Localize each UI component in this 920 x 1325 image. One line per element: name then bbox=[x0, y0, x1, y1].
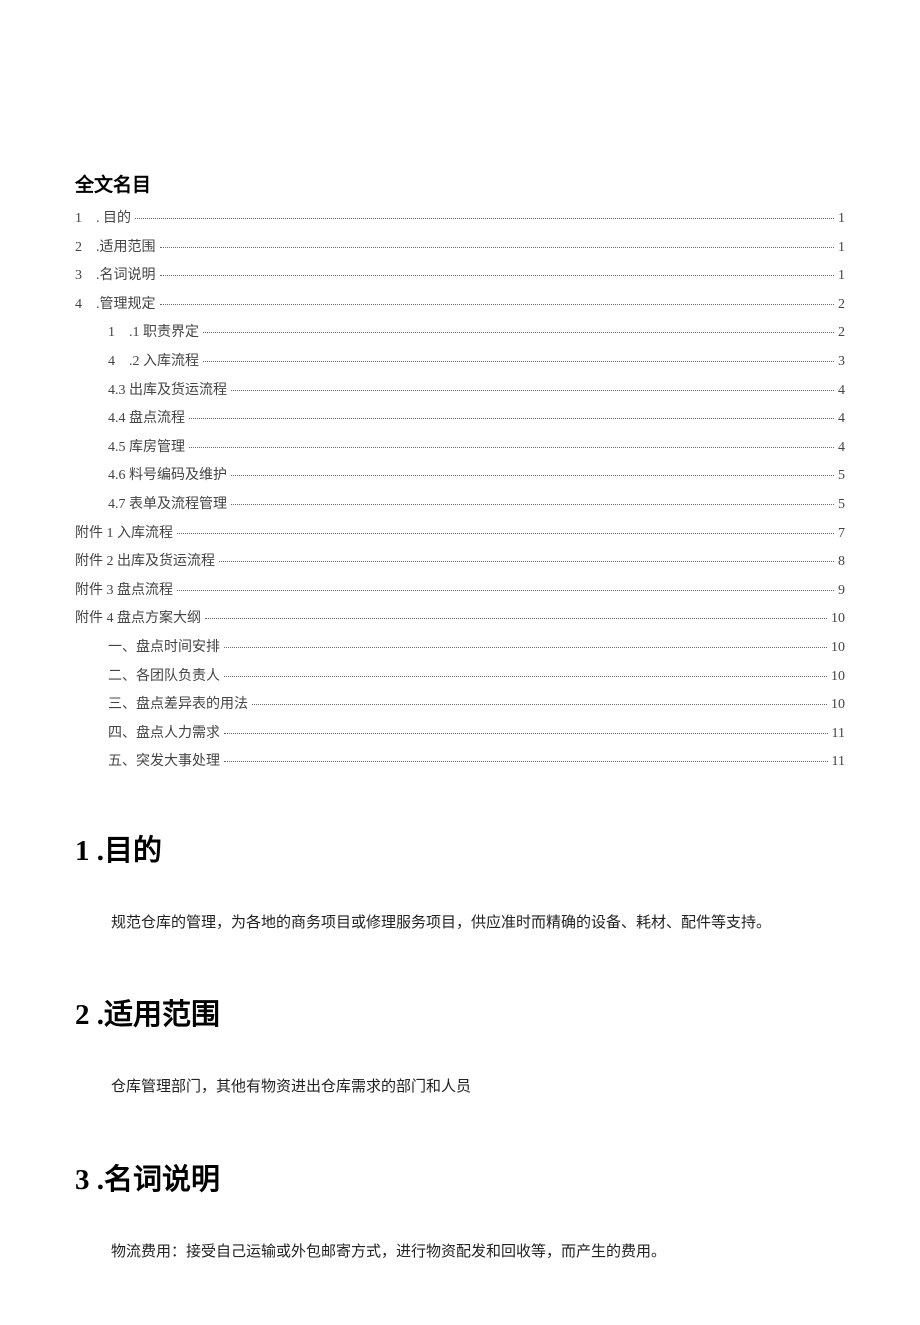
toc-entry-page: 7 bbox=[838, 524, 845, 544]
toc-entry[interactable]: 4.3 出库及货运流程 4 bbox=[75, 381, 845, 401]
toc-entry-label: 附件 1 入库流程 bbox=[75, 524, 173, 544]
sections: 1 .目的规范仓库的管理，为各地的商务项目或修理服务项目，供应准时而精确的设备、… bbox=[75, 827, 845, 1266]
toc-entry-page: 2 bbox=[838, 323, 845, 343]
toc-entry-page: 11 bbox=[832, 752, 845, 772]
toc-entry[interactable]: 4.5 库房管理 4 bbox=[75, 438, 845, 458]
toc-dots bbox=[231, 475, 834, 476]
toc-entry-label: 4.3 出库及货运流程 bbox=[108, 381, 227, 401]
toc-entry[interactable]: 4.4 盘点流程 4 bbox=[75, 409, 845, 429]
toc-entry-label: 附件 2 出库及货运流程 bbox=[75, 552, 215, 572]
toc-entry-page: 1 bbox=[838, 209, 845, 229]
toc-entry-label: 4 .管理规定 bbox=[75, 295, 156, 315]
section-heading-number: 1 bbox=[75, 835, 90, 867]
section-heading-text: 名词说明 bbox=[104, 1164, 220, 1196]
toc-entry-label: 4.7 表单及流程管理 bbox=[108, 495, 227, 515]
toc-entry-page: 10 bbox=[831, 695, 845, 715]
toc-entry[interactable]: 1 . 目的 1 bbox=[75, 209, 845, 229]
toc-entry-page: 3 bbox=[838, 352, 845, 372]
toc-entry-page: 1 bbox=[838, 238, 845, 258]
toc-entry-label: 附件 3 盘点流程 bbox=[75, 581, 173, 601]
toc-entry-label: 3 .名词说明 bbox=[75, 266, 156, 286]
toc-entry[interactable]: 附件 1 入库流程 7 bbox=[75, 524, 845, 544]
section-body: 物流费用：接受自己运输或外包邮寄方式，进行物资配发和回收等，而产生的费用。 bbox=[75, 1240, 845, 1266]
toc-entry[interactable]: 附件 4 盘点方案大纲 10 bbox=[75, 609, 845, 629]
toc-dots bbox=[203, 332, 834, 333]
toc-entry-label: 4.5 库房管理 bbox=[108, 438, 185, 458]
toc-entry[interactable]: 三、盘点差异表的用法 10 bbox=[75, 695, 845, 715]
toc-entry-page: 4 bbox=[838, 381, 845, 401]
toc-entry-label: 四、盘点人力需求 bbox=[108, 724, 220, 744]
toc-entry[interactable]: 五、突发大事处理 11 bbox=[75, 752, 845, 772]
toc-entry[interactable]: 4 .管理规定 2 bbox=[75, 295, 845, 315]
toc-dots bbox=[231, 390, 834, 391]
toc-dots bbox=[231, 504, 834, 505]
toc-entry[interactable]: 3 .名词说明 1 bbox=[75, 266, 845, 286]
section-heading-text: 目的 bbox=[104, 835, 162, 867]
section-heading: 3 .名词说明 bbox=[75, 1156, 845, 1198]
toc-entry-page: 10 bbox=[831, 667, 845, 687]
section-body: 仓库管理部门，其他有物资进出仓库需求的部门和人员 bbox=[75, 1075, 845, 1101]
toc-dots bbox=[219, 561, 834, 562]
toc-entry-label: 2 .适用范围 bbox=[75, 238, 156, 258]
toc-dots bbox=[224, 676, 827, 677]
toc-entry-label: 1 . 目的 bbox=[75, 209, 131, 229]
section-heading-separator: . bbox=[97, 999, 104, 1031]
toc-title: 全文名目 bbox=[75, 170, 845, 197]
toc-entry-label: 五、突发大事处理 bbox=[108, 752, 220, 772]
toc-entry[interactable]: 4.6 料号编码及维护 5 bbox=[75, 466, 845, 486]
toc-dots bbox=[224, 733, 828, 734]
toc-entry-label: 1 .1 职责界定 bbox=[108, 323, 199, 343]
toc-dots bbox=[177, 533, 834, 534]
toc-entry-label: 三、盘点差异表的用法 bbox=[108, 695, 248, 715]
toc-dots bbox=[205, 618, 827, 619]
toc-list: 1 . 目的12 .适用范围13 .名词说明14 .管理规定21 .1 职责界定… bbox=[75, 209, 845, 772]
toc-dots bbox=[160, 304, 835, 305]
section-heading-separator: . bbox=[97, 1164, 104, 1196]
toc-entry-page: 1 bbox=[838, 266, 845, 286]
toc-dots bbox=[160, 275, 835, 276]
toc-entry[interactable]: 一、盘点时间安排 10 bbox=[75, 638, 845, 658]
section-heading-number: 2 bbox=[75, 999, 90, 1031]
toc-entry-page: 8 bbox=[838, 552, 845, 572]
toc-entry-label: 附件 4 盘点方案大纲 bbox=[75, 609, 201, 629]
toc-entry-page: 2 bbox=[838, 295, 845, 315]
toc-entry[interactable]: 4 .2 入库流程 3 bbox=[75, 352, 845, 372]
toc-entry-label: 一、盘点时间安排 bbox=[108, 638, 220, 658]
toc-entry-page: 4 bbox=[838, 438, 845, 458]
toc-entry[interactable]: 二、各团队负责人 10 bbox=[75, 667, 845, 687]
toc-entry[interactable]: 四、盘点人力需求 11 bbox=[75, 724, 845, 744]
toc-entry-page: 10 bbox=[831, 638, 845, 658]
toc-entry[interactable]: 2 .适用范围 1 bbox=[75, 238, 845, 258]
toc-entry-page: 11 bbox=[832, 724, 845, 744]
toc-dots bbox=[224, 761, 828, 762]
toc-entry-page: 10 bbox=[831, 609, 845, 629]
toc-dots bbox=[252, 704, 827, 705]
toc-dots bbox=[160, 247, 835, 248]
toc-dots bbox=[189, 418, 834, 419]
toc-dots bbox=[189, 447, 834, 448]
toc-dots bbox=[203, 361, 834, 362]
toc-entry-label: 4 .2 入库流程 bbox=[108, 352, 199, 372]
section-heading: 2 .适用范围 bbox=[75, 991, 845, 1033]
toc-dots bbox=[224, 647, 827, 648]
toc-entry-label: 4.4 盘点流程 bbox=[108, 409, 185, 429]
section-heading-text: 适用范围 bbox=[104, 999, 220, 1031]
section-heading-separator: . bbox=[97, 835, 104, 867]
toc-entry-label: 4.6 料号编码及维护 bbox=[108, 466, 227, 486]
section-body: 规范仓库的管理，为各地的商务项目或修理服务项目，供应准时而精确的设备、耗材、配件… bbox=[75, 911, 845, 937]
toc-entry-page: 9 bbox=[838, 581, 845, 601]
toc-entry[interactable]: 4.7 表单及流程管理 5 bbox=[75, 495, 845, 515]
toc-entry[interactable]: 1 .1 职责界定 2 bbox=[75, 323, 845, 343]
toc-entry-page: 5 bbox=[838, 495, 845, 515]
toc-entry-page: 5 bbox=[838, 466, 845, 486]
toc-dots bbox=[135, 218, 834, 219]
toc-entry[interactable]: 附件 3 盘点流程 9 bbox=[75, 581, 845, 601]
toc-entry-label: 二、各团队负责人 bbox=[108, 667, 220, 687]
toc-entry-page: 4 bbox=[838, 409, 845, 429]
toc-entry[interactable]: 附件 2 出库及货运流程 8 bbox=[75, 552, 845, 572]
section-heading-number: 3 bbox=[75, 1164, 90, 1196]
section-heading: 1 .目的 bbox=[75, 827, 845, 869]
toc-dots bbox=[177, 590, 834, 591]
